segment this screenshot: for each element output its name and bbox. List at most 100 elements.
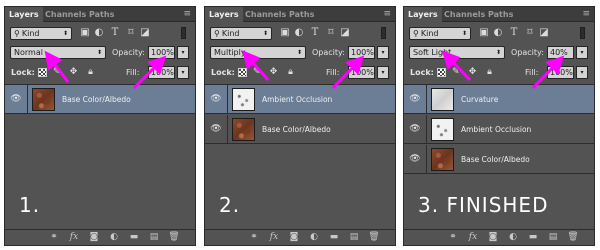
eye-icon[interactable]: 👁︎ (409, 123, 421, 135)
type-filter-icon[interactable]: T (309, 26, 321, 39)
fx-icon[interactable]: fx (267, 231, 281, 244)
tab-layers[interactable]: Layers (5, 7, 43, 22)
link-icon[interactable]: ⚭ (446, 231, 460, 244)
folder-icon[interactable]: ▬ (327, 231, 341, 244)
filter-kind-select[interactable]: ⚲ Kind ⬍ (210, 27, 272, 40)
new-layer-icon[interactable]: ▤ (347, 231, 361, 244)
pixel-filter-icon[interactable]: ▣ (478, 26, 490, 39)
pixel-filter-icon[interactable]: ▣ (79, 26, 91, 39)
panel-tab-bar: Layers Channels Paths ≡ (404, 7, 594, 22)
type-filter-icon[interactable]: T (508, 26, 520, 39)
layers-panel-3: Layers Channels Paths ≡ ⚲ Kind ⬍ ▣ ◐ T ⌑ ◪… (403, 6, 595, 246)
adjustment-layer-icon[interactable]: ◐ (506, 231, 520, 244)
fx-icon[interactable]: fx (67, 231, 81, 244)
filter-toggle[interactable] (181, 27, 186, 39)
lock-all-icon[interactable]: 🔒︎ (484, 66, 495, 79)
layer-row[interactable]: 👁︎ Ambient Occlusion (205, 85, 395, 114)
lock-position-icon[interactable]: ✥ (268, 66, 279, 79)
eye-icon[interactable]: 👁︎ (10, 93, 22, 105)
search-icon: ⚲ (413, 29, 419, 38)
blend-mode-select[interactable]: Normal ⬍ (10, 46, 106, 59)
blend-mode-select[interactable]: Multiply ⬍ (210, 46, 306, 59)
fill-input[interactable]: 100% (348, 66, 375, 79)
lock-transparency-icon[interactable] (437, 68, 446, 77)
folder-icon[interactable]: ▬ (127, 231, 141, 244)
tab-channels[interactable]: Channels (241, 7, 290, 22)
shape-filter-icon[interactable]: ⌑ (125, 26, 137, 39)
panel-menu-icon[interactable]: ≡ (183, 8, 191, 20)
adjustment-layer-icon[interactable]: ◐ (307, 231, 321, 244)
mask-icon[interactable]: ◙ (287, 231, 301, 244)
adjustment-filter-icon[interactable]: ◐ (93, 26, 105, 39)
fill-input[interactable]: 100% (547, 66, 574, 79)
trash-icon[interactable]: 🗑︎ (566, 231, 580, 244)
lock-pixels-icon[interactable]: ✎ (452, 66, 461, 79)
lock-pixels-icon[interactable]: ✎ (253, 66, 262, 79)
filter-kind-select[interactable]: ⚲ Kind ⬍ (10, 27, 72, 40)
layers-panel-2: Layers Channels Paths ≡ ⚲ Kind ⬍ ▣ ◐ T ⌑ ◪… (204, 6, 396, 246)
layer-row[interactable]: 👁︎ Base Color/Albedo (205, 115, 395, 144)
eye-icon[interactable]: 👁︎ (210, 123, 222, 135)
link-icon[interactable]: ⚭ (247, 231, 261, 244)
type-filter-icon[interactable]: T (109, 26, 121, 39)
smart-object-filter-icon[interactable]: ◪ (538, 26, 550, 39)
smart-object-filter-icon[interactable]: ◪ (139, 26, 151, 39)
adjustment-layer-icon[interactable]: ◐ (107, 231, 121, 244)
lock-position-icon[interactable]: ✥ (467, 66, 478, 79)
lock-transparency-icon[interactable] (238, 68, 247, 77)
opacity-input[interactable]: 100% (348, 46, 375, 59)
fill-dropdown-button[interactable]: ▾ (377, 66, 389, 79)
opacity-input[interactable]: 100% (148, 46, 175, 59)
mask-icon[interactable]: ◙ (87, 231, 101, 244)
layer-row[interactable]: 👁︎ Base Color/Albedo (5, 85, 195, 114)
divider (426, 85, 427, 114)
fill-input[interactable]: 100% (148, 66, 175, 79)
shape-filter-icon[interactable]: ⌑ (524, 26, 536, 39)
panel-menu-icon[interactable]: ≡ (383, 8, 391, 20)
trash-icon[interactable]: 🗑︎ (167, 231, 181, 244)
new-layer-icon[interactable]: ▤ (546, 231, 560, 244)
blend-mode-select[interactable]: Soft Light ⬍ (409, 46, 505, 59)
opacity-dropdown-button[interactable]: ▾ (377, 46, 389, 59)
tab-channels[interactable]: Channels (41, 7, 90, 22)
tab-paths[interactable]: Paths (85, 7, 118, 22)
lock-pixels-icon[interactable]: ✎ (53, 66, 62, 79)
lock-all-icon[interactable]: 🔒︎ (85, 66, 96, 79)
layer-row[interactable]: 👁︎ Base Color/Albedo (404, 145, 594, 174)
adjustment-filter-icon[interactable]: ◐ (492, 26, 504, 39)
tab-channels[interactable]: Channels (440, 7, 489, 22)
lock-transparency-icon[interactable] (38, 68, 47, 77)
lock-position-icon[interactable]: ✥ (68, 66, 79, 79)
adjustment-filter-icon[interactable]: ◐ (293, 26, 305, 39)
opacity-dropdown-button[interactable]: ▾ (177, 46, 189, 59)
mask-icon[interactable]: ◙ (486, 231, 500, 244)
tab-paths[interactable]: Paths (484, 7, 517, 22)
lock-all-icon[interactable]: 🔒︎ (285, 66, 296, 79)
fx-icon[interactable]: fx (466, 231, 480, 244)
pixel-filter-icon[interactable]: ▣ (279, 26, 291, 39)
folder-icon[interactable]: ▬ (526, 231, 540, 244)
tab-layers[interactable]: Layers (404, 7, 442, 22)
layer-row[interactable]: 👁︎ Curvature (404, 85, 594, 114)
eye-icon[interactable]: 👁︎ (409, 153, 421, 165)
trash-icon[interactable]: 🗑︎ (367, 231, 381, 244)
fill-dropdown-button[interactable]: ▾ (177, 66, 189, 79)
fill-dropdown-button[interactable]: ▾ (576, 66, 588, 79)
tab-paths[interactable]: Paths (285, 7, 318, 22)
opacity-dropdown-button[interactable]: ▾ (576, 46, 588, 59)
layer-row[interactable]: 👁︎ Ambient Occlusion (404, 115, 594, 144)
eye-icon[interactable]: 👁︎ (210, 93, 222, 105)
tab-layers[interactable]: Layers (205, 7, 243, 22)
filter-toggle[interactable] (580, 27, 585, 39)
panel-menu-icon[interactable]: ≡ (582, 8, 590, 20)
smart-object-filter-icon[interactable]: ◪ (339, 26, 351, 39)
opacity-input[interactable]: 40% (547, 46, 574, 59)
search-icon: ⚲ (14, 29, 20, 38)
link-icon[interactable]: ⚭ (47, 231, 61, 244)
filter-toggle[interactable] (381, 27, 386, 39)
eye-icon[interactable]: 👁︎ (409, 93, 421, 105)
filter-kind-select[interactable]: ⚲ Kind ⬍ (409, 27, 471, 40)
shape-filter-icon[interactable]: ⌑ (325, 26, 337, 39)
divider (27, 85, 28, 114)
new-layer-icon[interactable]: ▤ (147, 231, 161, 244)
